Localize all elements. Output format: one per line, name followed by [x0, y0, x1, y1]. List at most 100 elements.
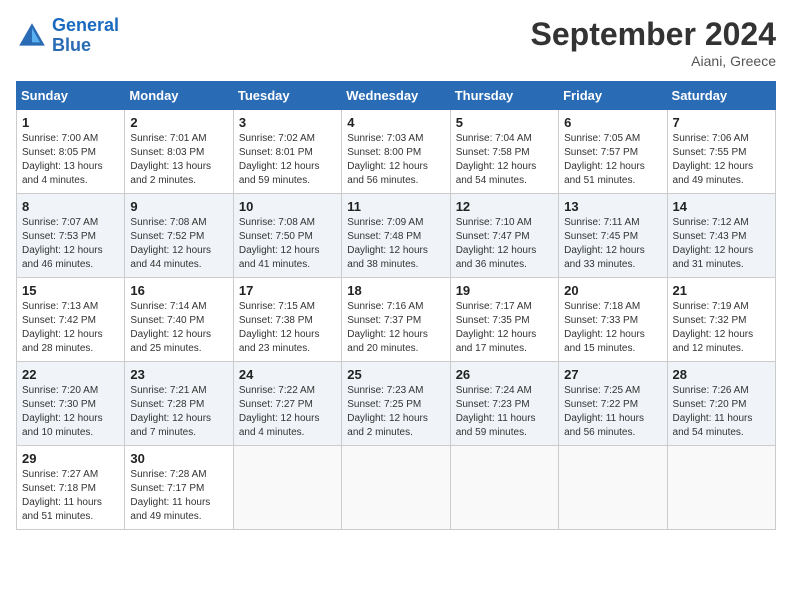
calendar-body: 1 Sunrise: 7:00 AMSunset: 8:05 PMDayligh…	[17, 110, 776, 530]
day-number: 17	[239, 283, 336, 298]
calendar-day: 1 Sunrise: 7:00 AMSunset: 8:05 PMDayligh…	[17, 110, 125, 194]
day-number: 4	[347, 115, 444, 130]
calendar-day: 27 Sunrise: 7:25 AMSunset: 7:22 PMDaylig…	[559, 362, 667, 446]
day-detail: Sunrise: 7:28 AMSunset: 7:17 PMDaylight:…	[130, 469, 210, 522]
calendar-day: 7 Sunrise: 7:06 AMSunset: 7:55 PMDayligh…	[667, 110, 775, 194]
day-detail: Sunrise: 7:10 AMSunset: 7:47 PMDaylight:…	[456, 217, 537, 270]
day-number: 26	[456, 367, 553, 382]
calendar-day: 20 Sunrise: 7:18 AMSunset: 7:33 PMDaylig…	[559, 278, 667, 362]
calendar-day: 6 Sunrise: 7:05 AMSunset: 7:57 PMDayligh…	[559, 110, 667, 194]
day-detail: Sunrise: 7:05 AMSunset: 7:57 PMDaylight:…	[564, 133, 645, 186]
month-title: September 2024	[531, 16, 776, 53]
day-number: 24	[239, 367, 336, 382]
logo-general: General	[52, 15, 119, 35]
logo-text: General Blue	[52, 16, 119, 56]
calendar-day: 13 Sunrise: 7:11 AMSunset: 7:45 PMDaylig…	[559, 194, 667, 278]
empty-day	[342, 446, 450, 530]
col-saturday: Saturday	[667, 82, 775, 110]
day-number: 10	[239, 199, 336, 214]
day-detail: Sunrise: 7:00 AMSunset: 8:05 PMDaylight:…	[22, 133, 103, 186]
day-number: 15	[22, 283, 119, 298]
day-detail: Sunrise: 7:04 AMSunset: 7:58 PMDaylight:…	[456, 133, 537, 186]
day-number: 22	[22, 367, 119, 382]
day-number: 28	[673, 367, 770, 382]
day-detail: Sunrise: 7:24 AMSunset: 7:23 PMDaylight:…	[456, 385, 536, 438]
calendar-day: 26 Sunrise: 7:24 AMSunset: 7:23 PMDaylig…	[450, 362, 558, 446]
calendar-week-row: 22 Sunrise: 7:20 AMSunset: 7:30 PMDaylig…	[17, 362, 776, 446]
day-number: 9	[130, 199, 227, 214]
logo: General Blue	[16, 16, 119, 56]
day-detail: Sunrise: 7:27 AMSunset: 7:18 PMDaylight:…	[22, 469, 102, 522]
calendar-week-row: 29 Sunrise: 7:27 AMSunset: 7:18 PMDaylig…	[17, 446, 776, 530]
day-detail: Sunrise: 7:07 AMSunset: 7:53 PMDaylight:…	[22, 217, 103, 270]
day-number: 7	[673, 115, 770, 130]
day-detail: Sunrise: 7:18 AMSunset: 7:33 PMDaylight:…	[564, 301, 645, 354]
col-wednesday: Wednesday	[342, 82, 450, 110]
day-detail: Sunrise: 7:26 AMSunset: 7:20 PMDaylight:…	[673, 385, 753, 438]
day-detail: Sunrise: 7:19 AMSunset: 7:32 PMDaylight:…	[673, 301, 754, 354]
day-detail: Sunrise: 7:16 AMSunset: 7:37 PMDaylight:…	[347, 301, 428, 354]
calendar-day: 15 Sunrise: 7:13 AMSunset: 7:42 PMDaylig…	[17, 278, 125, 362]
logo-blue: Blue	[52, 35, 91, 55]
calendar-day: 3 Sunrise: 7:02 AMSunset: 8:01 PMDayligh…	[233, 110, 341, 194]
calendar-week-row: 15 Sunrise: 7:13 AMSunset: 7:42 PMDaylig…	[17, 278, 776, 362]
day-number: 21	[673, 283, 770, 298]
day-number: 2	[130, 115, 227, 130]
calendar-table: Sunday Monday Tuesday Wednesday Thursday…	[16, 81, 776, 530]
day-detail: Sunrise: 7:06 AMSunset: 7:55 PMDaylight:…	[673, 133, 754, 186]
page-header: General Blue September 2024 Aiani, Greec…	[16, 16, 776, 69]
day-detail: Sunrise: 7:13 AMSunset: 7:42 PMDaylight:…	[22, 301, 103, 354]
title-block: September 2024 Aiani, Greece	[531, 16, 776, 69]
logo-icon	[16, 20, 48, 52]
calendar-day: 19 Sunrise: 7:17 AMSunset: 7:35 PMDaylig…	[450, 278, 558, 362]
day-detail: Sunrise: 7:20 AMSunset: 7:30 PMDaylight:…	[22, 385, 103, 438]
day-detail: Sunrise: 7:22 AMSunset: 7:27 PMDaylight:…	[239, 385, 320, 438]
day-number: 3	[239, 115, 336, 130]
day-detail: Sunrise: 7:08 AMSunset: 7:52 PMDaylight:…	[130, 217, 211, 270]
location: Aiani, Greece	[531, 53, 776, 69]
col-friday: Friday	[559, 82, 667, 110]
day-detail: Sunrise: 7:12 AMSunset: 7:43 PMDaylight:…	[673, 217, 754, 270]
day-detail: Sunrise: 7:02 AMSunset: 8:01 PMDaylight:…	[239, 133, 320, 186]
day-detail: Sunrise: 7:11 AMSunset: 7:45 PMDaylight:…	[564, 217, 645, 270]
day-detail: Sunrise: 7:23 AMSunset: 7:25 PMDaylight:…	[347, 385, 428, 438]
calendar-day: 8 Sunrise: 7:07 AMSunset: 7:53 PMDayligh…	[17, 194, 125, 278]
day-detail: Sunrise: 7:09 AMSunset: 7:48 PMDaylight:…	[347, 217, 428, 270]
calendar-day: 28 Sunrise: 7:26 AMSunset: 7:20 PMDaylig…	[667, 362, 775, 446]
empty-day	[233, 446, 341, 530]
calendar-day: 16 Sunrise: 7:14 AMSunset: 7:40 PMDaylig…	[125, 278, 233, 362]
calendar-day: 4 Sunrise: 7:03 AMSunset: 8:00 PMDayligh…	[342, 110, 450, 194]
col-tuesday: Tuesday	[233, 82, 341, 110]
calendar-day: 9 Sunrise: 7:08 AMSunset: 7:52 PMDayligh…	[125, 194, 233, 278]
day-number: 20	[564, 283, 661, 298]
day-number: 12	[456, 199, 553, 214]
calendar-day: 24 Sunrise: 7:22 AMSunset: 7:27 PMDaylig…	[233, 362, 341, 446]
weekday-row: Sunday Monday Tuesday Wednesday Thursday…	[17, 82, 776, 110]
calendar-day: 29 Sunrise: 7:27 AMSunset: 7:18 PMDaylig…	[17, 446, 125, 530]
calendar-day: 21 Sunrise: 7:19 AMSunset: 7:32 PMDaylig…	[667, 278, 775, 362]
day-number: 30	[130, 451, 227, 466]
day-number: 27	[564, 367, 661, 382]
calendar-day: 5 Sunrise: 7:04 AMSunset: 7:58 PMDayligh…	[450, 110, 558, 194]
calendar-day: 10 Sunrise: 7:08 AMSunset: 7:50 PMDaylig…	[233, 194, 341, 278]
day-number: 1	[22, 115, 119, 130]
day-number: 29	[22, 451, 119, 466]
col-sunday: Sunday	[17, 82, 125, 110]
day-detail: Sunrise: 7:01 AMSunset: 8:03 PMDaylight:…	[130, 133, 211, 186]
empty-day	[450, 446, 558, 530]
day-detail: Sunrise: 7:25 AMSunset: 7:22 PMDaylight:…	[564, 385, 644, 438]
col-monday: Monday	[125, 82, 233, 110]
calendar-day: 14 Sunrise: 7:12 AMSunset: 7:43 PMDaylig…	[667, 194, 775, 278]
day-number: 13	[564, 199, 661, 214]
calendar-day: 2 Sunrise: 7:01 AMSunset: 8:03 PMDayligh…	[125, 110, 233, 194]
day-detail: Sunrise: 7:03 AMSunset: 8:00 PMDaylight:…	[347, 133, 428, 186]
day-number: 19	[456, 283, 553, 298]
calendar-day: 22 Sunrise: 7:20 AMSunset: 7:30 PMDaylig…	[17, 362, 125, 446]
calendar-week-row: 1 Sunrise: 7:00 AMSunset: 8:05 PMDayligh…	[17, 110, 776, 194]
day-detail: Sunrise: 7:08 AMSunset: 7:50 PMDaylight:…	[239, 217, 320, 270]
day-detail: Sunrise: 7:17 AMSunset: 7:35 PMDaylight:…	[456, 301, 537, 354]
calendar-day: 18 Sunrise: 7:16 AMSunset: 7:37 PMDaylig…	[342, 278, 450, 362]
day-number: 25	[347, 367, 444, 382]
calendar-day: 17 Sunrise: 7:15 AMSunset: 7:38 PMDaylig…	[233, 278, 341, 362]
day-number: 14	[673, 199, 770, 214]
